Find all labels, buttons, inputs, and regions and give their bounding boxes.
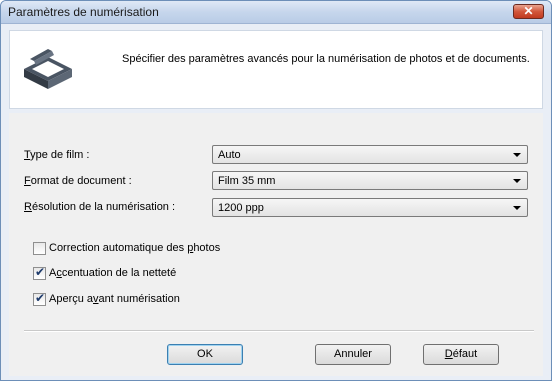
document-format-label: Format de document : xyxy=(24,175,132,187)
close-button[interactable]: ✕ xyxy=(513,4,544,19)
document-format-select[interactable]: Film 35 mm xyxy=(212,171,528,190)
checkmark-icon: ✔ xyxy=(35,265,46,279)
close-icon: ✕ xyxy=(523,4,534,18)
scan-resolution-value: 1200 ppp xyxy=(218,202,264,214)
film-type-value: Auto xyxy=(218,149,241,161)
header-description: Spécifier des paramètres avancés pour la… xyxy=(122,53,530,65)
film-type-select[interactable]: Auto xyxy=(212,145,528,164)
preview-before-scan-checkbox[interactable]: ✔ xyxy=(33,291,46,306)
checkmark-icon: ✔ xyxy=(35,291,46,305)
film-type-label: Type de film : xyxy=(24,149,90,161)
window-title: Paramètres de numérisation xyxy=(8,5,159,19)
scan-resolution-select[interactable]: 1200 ppp xyxy=(212,198,528,217)
document-format-value: Film 35 mm xyxy=(218,175,276,187)
sharpening-label[interactable]: Accentuation de la netteté xyxy=(49,267,176,279)
chevron-down-icon xyxy=(513,206,521,210)
title-bar[interactable]: Paramètres de numérisation ✕ xyxy=(1,1,551,24)
separator xyxy=(24,330,534,332)
sharpening-checkbox[interactable]: ✔ xyxy=(33,265,46,280)
auto-photo-correction-label[interactable]: Correction automatique des photos xyxy=(49,242,220,254)
cancel-button[interactable]: Annuler xyxy=(315,344,391,365)
chevron-down-icon xyxy=(513,153,521,157)
ok-button[interactable]: OK xyxy=(167,344,243,365)
header-panel: Spécifier des paramètres avancés pour la… xyxy=(9,30,543,109)
dialog-window: Paramètres de numérisation ✕ Spécifier d… xyxy=(0,0,552,381)
default-button[interactable]: Défaut xyxy=(423,344,499,365)
scan-resolution-label: Résolution de la numérisation : xyxy=(24,201,176,213)
chevron-down-icon xyxy=(513,179,521,183)
scanner-icon xyxy=(24,49,72,89)
auto-photo-correction-checkbox[interactable] xyxy=(33,242,46,255)
preview-before-scan-label[interactable]: Aperçu avant numérisation xyxy=(49,293,180,305)
